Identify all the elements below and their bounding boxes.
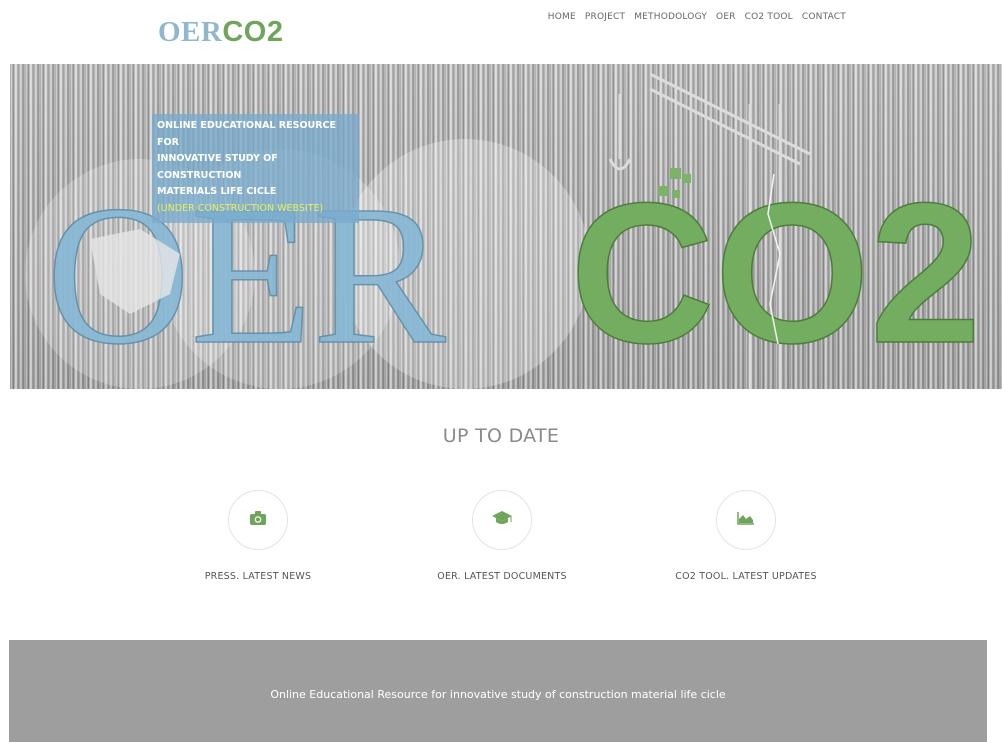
footer-text: Online Educational Resource for innovati… — [270, 688, 726, 701]
feature-co2-tool[interactable]: CO2 TOOL. LATEST UPDATES — [616, 490, 876, 582]
camera-icon — [250, 510, 266, 530]
nav-home[interactable]: HOME — [548, 12, 576, 22]
hero-tagline-box: ONLINE EDUCATIONAL RESOURCE FOR INNOVATI… — [152, 114, 359, 223]
hero-banner: OER CO2 ONLINE EDUCATIONAL RESOURCE FOR … — [10, 64, 1002, 389]
nav-co2-tool[interactable]: CO2 TOOL — [745, 12, 793, 22]
feature-oer-circle[interactable] — [472, 490, 532, 550]
feature-co2-tool-circle[interactable] — [716, 490, 776, 550]
feature-press-label[interactable]: PRESS. LATEST NEWS — [128, 571, 388, 582]
nav-contact[interactable]: CONTACT — [802, 12, 846, 22]
site-header: OERCO2 HOME PROJECT METHODOLOGY OER CO2 … — [0, 0, 1002, 62]
feature-oer-label[interactable]: OER. LATEST DOCUMENTS — [372, 571, 632, 582]
feature-press-circle[interactable] — [228, 490, 288, 550]
tagline-line-3: MATERIALS LIFE CICLE — [157, 186, 277, 197]
logo-co2-text: CO2 — [222, 16, 284, 48]
hero-artwork: OER CO2 — [25, 72, 982, 389]
logo-oer-text: OER — [158, 16, 223, 48]
nav-methodology[interactable]: METHODOLOGY — [634, 12, 707, 22]
feature-press[interactable]: PRESS. LATEST NEWS — [128, 490, 388, 582]
area-chart-icon — [737, 511, 755, 530]
nav-oer[interactable]: OER — [716, 12, 736, 22]
section-title: UP TO DATE — [442, 425, 560, 447]
main-nav: HOME PROJECT METHODOLOGY OER CO2 TOOL CO… — [548, 12, 846, 22]
under-construction-note: (UNDER CONSTRUCTION WEBSITE) — [157, 202, 324, 214]
graduation-cap-icon — [492, 510, 512, 530]
tagline-line-2: INNOVATIVE STUDY OF CONSTRUCTION — [157, 153, 278, 181]
feature-co2-tool-label[interactable]: CO2 TOOL. LATEST UPDATES — [616, 571, 876, 582]
site-footer: Online Educational Resource for innovati… — [9, 640, 987, 742]
feature-oer[interactable]: OER. LATEST DOCUMENTS — [372, 490, 632, 582]
tagline-line-1: ONLINE EDUCATIONAL RESOURCE FOR — [157, 120, 337, 148]
nav-project[interactable]: PROJECT — [585, 12, 625, 22]
